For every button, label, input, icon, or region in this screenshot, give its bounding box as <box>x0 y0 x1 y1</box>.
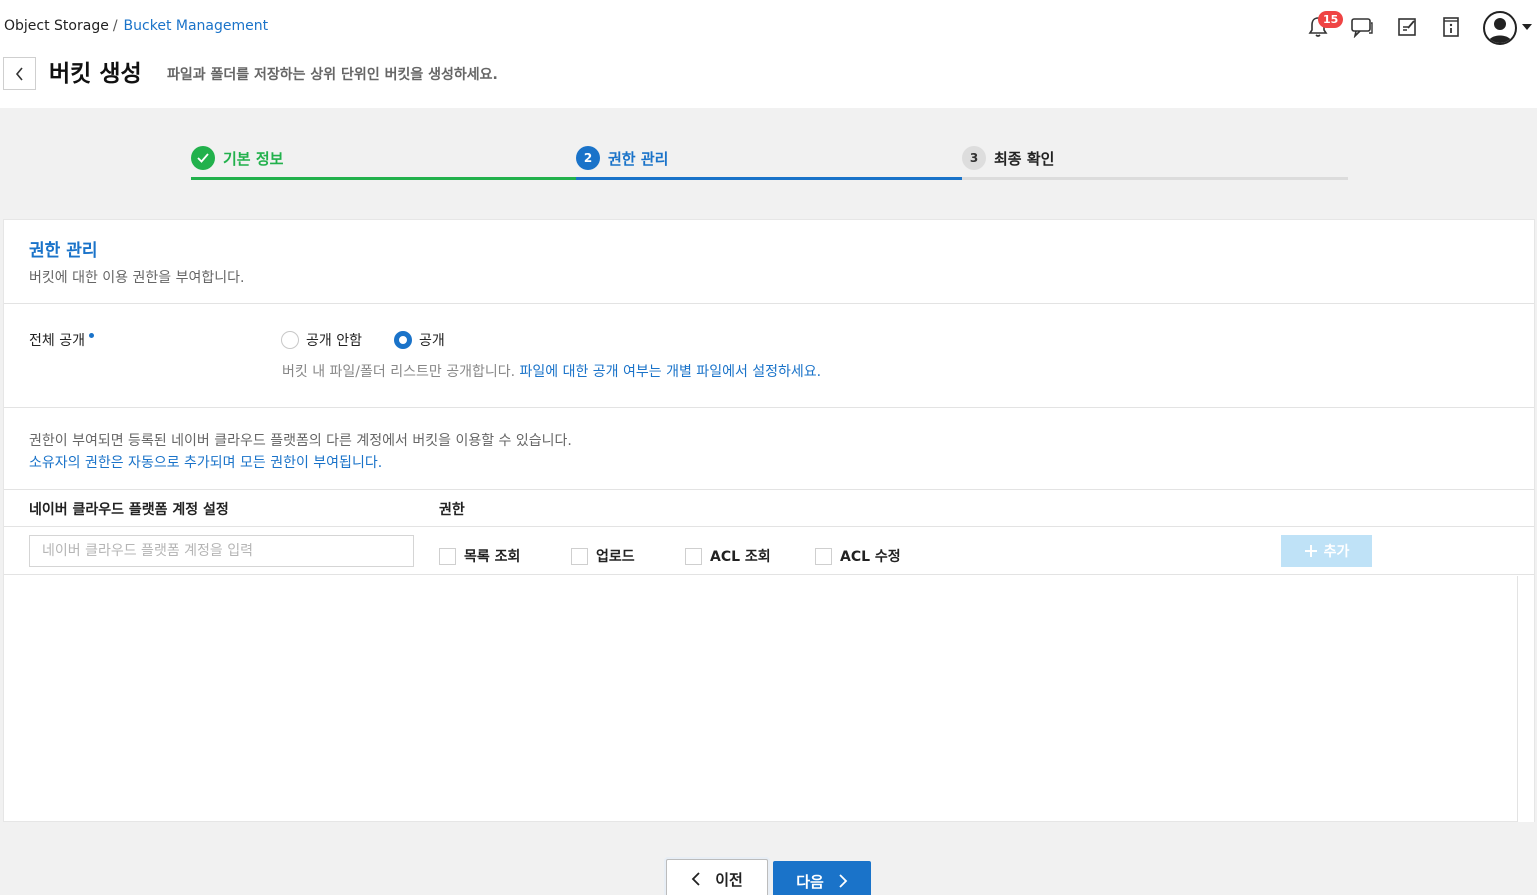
checkbox-acl-read[interactable]: ACL 조회 <box>685 546 771 566</box>
step-final-confirm: 3 최종 확인 <box>962 144 1054 172</box>
info-book-icon[interactable] <box>1436 12 1466 42</box>
step-basic-info: 기본 정보 <box>191 144 283 172</box>
checkbox-label[interactable]: ACL 조회 <box>710 546 771 566</box>
permissions-card: 권한 관리 버킷에 대한 이용 권한을 부여합니다. 전체 공개 공개 안함 공… <box>3 219 1535 822</box>
progress-bar-todo <box>962 177 1348 180</box>
checkbox-acl-write[interactable]: ACL 수정 <box>815 546 901 566</box>
column-header-permission: 권한 <box>439 502 465 518</box>
stepper: 기본 정보 2 권한 관리 3 최종 확인 <box>191 144 1348 184</box>
divider <box>4 407 1534 408</box>
step-label: 최종 확인 <box>994 149 1055 168</box>
chevron-left-icon <box>691 872 700 886</box>
breadcrumb-root[interactable]: Object Storage <box>4 18 109 34</box>
prev-button-label: 이전 <box>715 870 743 889</box>
checkbox-box[interactable] <box>571 547 588 565</box>
check-icon <box>191 146 215 170</box>
breadcrumb-current[interactable]: Bucket Management <box>124 18 269 34</box>
required-dot <box>88 333 94 338</box>
notification-badge: 15 <box>1318 11 1344 28</box>
divider <box>4 489 1534 490</box>
section-description: 버킷에 대한 이용 권한을 부여합니다. <box>29 270 245 286</box>
checkbox-label[interactable]: 업로드 <box>596 546 635 566</box>
memo-icon[interactable] <box>1392 12 1422 42</box>
chevron-right-icon <box>839 874 848 888</box>
public-access-label: 전체 공개 <box>29 330 94 350</box>
radio-public-label[interactable]: 공개 <box>419 330 445 350</box>
section-title: 권한 관리 <box>29 241 98 261</box>
divider <box>4 574 1534 575</box>
prev-button[interactable]: 이전 <box>666 859 768 895</box>
account-input[interactable] <box>29 535 414 567</box>
next-button-label: 다음 <box>796 872 824 891</box>
progress-bar-active <box>576 177 962 180</box>
radio-private[interactable]: 공개 안함 <box>281 330 362 350</box>
next-button[interactable]: 다음 <box>773 861 871 895</box>
public-hint: 버킷 내 파일/폴더 리스트만 공개합니다. 파일에 대한 공개 여부는 개별 … <box>282 361 821 381</box>
checkbox-box[interactable] <box>439 547 456 565</box>
permission-notice: 권한이 부여되면 등록된 네이버 클라우드 플랫폼의 다른 계정에서 버킷을 이… <box>29 433 572 449</box>
owner-permission-notice: 소유자의 권한은 자동으로 추가되며 모든 권한이 부여됩니다. <box>29 455 383 471</box>
back-button[interactable] <box>3 57 36 90</box>
step-permissions: 2 권한 관리 <box>576 144 668 172</box>
page-description: 파일과 폴더를 저장하는 상위 단위인 버킷을 생성하세요. <box>167 67 498 83</box>
user-avatar-icon[interactable] <box>1483 11 1517 45</box>
public-hint-link: 파일에 대한 공개 여부는 개별 파일에서 설정하세요. <box>519 364 822 380</box>
radio-public[interactable]: 공개 <box>394 330 445 350</box>
page-title: 버킷 생성 <box>49 61 142 87</box>
plus-icon <box>1304 545 1317 557</box>
step-label: 권한 관리 <box>608 149 669 168</box>
checkbox-box[interactable] <box>685 547 702 565</box>
step-label: 기본 정보 <box>223 149 284 168</box>
radio-private-circle[interactable] <box>281 331 299 349</box>
breadcrumb: Object Storage / Bucket Management <box>4 18 268 34</box>
add-button-label: 추가 <box>1323 544 1350 560</box>
checkbox-label[interactable]: ACL 수정 <box>840 546 901 566</box>
top-header: Object Storage / Bucket Management 버킷 생성… <box>0 0 1537 108</box>
checkbox-box[interactable] <box>815 547 832 565</box>
public-access-label-text: 전체 공개 <box>29 333 85 349</box>
list-scrollbar[interactable] <box>1517 576 1534 822</box>
checkbox-upload[interactable]: 업로드 <box>571 546 635 566</box>
chat-icon[interactable] <box>1347 12 1377 42</box>
divider <box>4 526 1534 527</box>
divider <box>4 303 1534 304</box>
checkbox-label[interactable]: 목록 조회 <box>464 546 520 566</box>
add-button[interactable]: 추가 <box>1281 535 1372 567</box>
public-hint-text: 버킷 내 파일/폴더 리스트만 공개합니다. <box>282 364 516 380</box>
checkbox-list-read[interactable]: 목록 조회 <box>439 546 520 566</box>
chevron-down-icon[interactable] <box>1522 24 1532 30</box>
column-header-account: 네이버 클라우드 플랫폼 계정 설정 <box>29 502 229 518</box>
radio-public-circle[interactable] <box>394 331 412 349</box>
radio-private-label[interactable]: 공개 안함 <box>306 330 362 350</box>
account-permission-list <box>4 576 1534 822</box>
step-number: 3 <box>962 146 986 170</box>
progress-bar-done <box>191 177 576 180</box>
step-number: 2 <box>576 146 600 170</box>
breadcrumb-separator: / <box>112 18 118 34</box>
chevron-left-icon <box>15 66 23 81</box>
